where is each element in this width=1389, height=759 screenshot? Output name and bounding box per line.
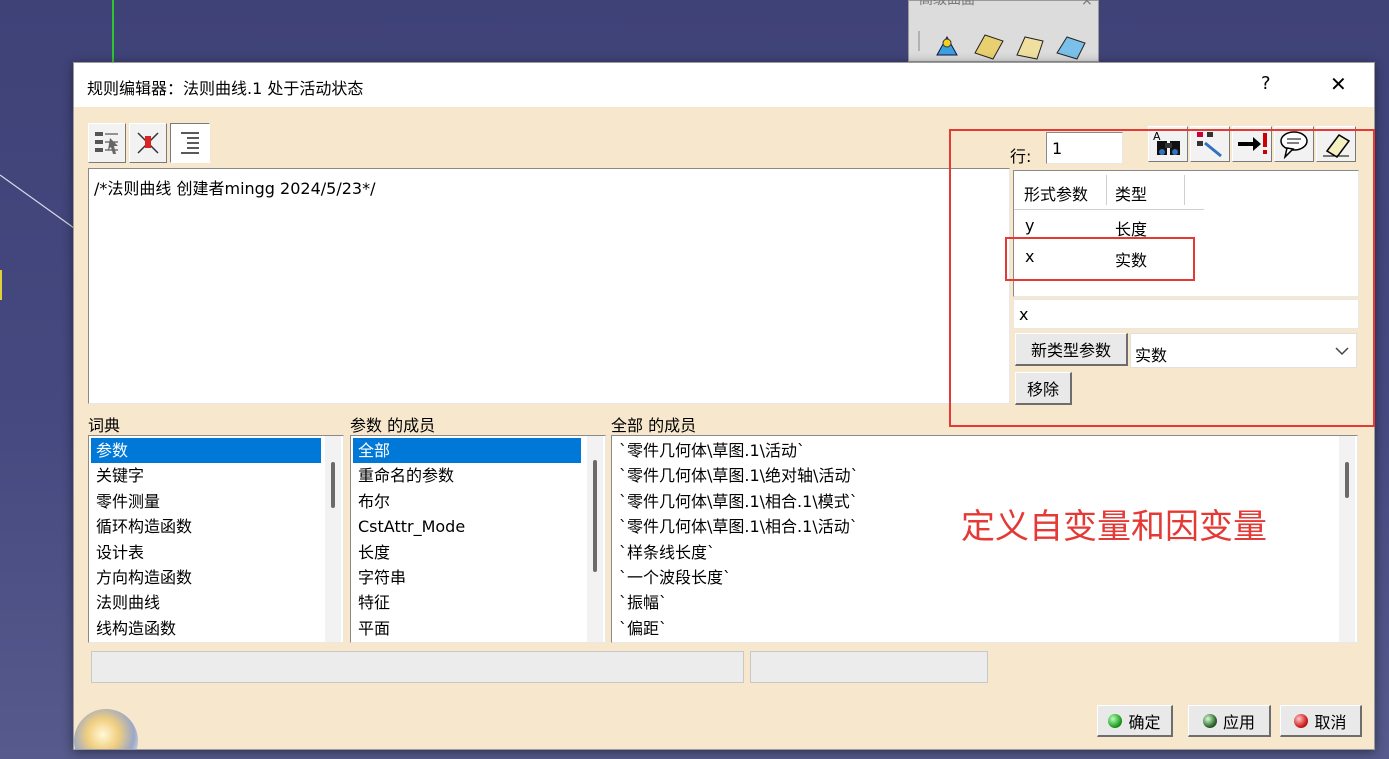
members-scrollbar[interactable] [587, 436, 603, 642]
list-item[interactable]: `一个波段长度` [614, 565, 1314, 590]
list-item[interactable]: CstAttr_Mode [353, 514, 581, 539]
list-item[interactable]: 参数 [91, 438, 321, 464]
window-title: 规则编辑器：法则曲线.1 处于活动状态 [87, 79, 364, 98]
list-item[interactable]: 重命名的参数 [353, 463, 581, 488]
format-text-button[interactable] [170, 123, 210, 163]
all-members-scrollbar[interactable] [1339, 436, 1355, 642]
rule-editor-dialog: 规则编辑器：法则曲线.1 处于活动状态 ? ✕ /*法则曲线 创建者mingg … [73, 62, 1375, 750]
list-item[interactable]: 循环构造函数 [91, 514, 321, 539]
delete-cross-icon [137, 132, 159, 154]
list-item[interactable]: 线构造函数 [91, 616, 321, 641]
title-bar: 规则编辑器：法则曲线.1 处于活动状态 ? ✕ [74, 63, 1374, 107]
background-yellow-mark [0, 270, 12, 300]
background-axis-line [112, 0, 114, 62]
list-item[interactable]: `零件几何体\草图.1\绝对轴\活动` [614, 463, 1314, 488]
list-item[interactable]: 平面 [353, 616, 581, 641]
red-status-icon [1294, 713, 1309, 728]
ok-button[interactable]: 确定 [1097, 705, 1173, 737]
apply-button-label: 应用 [1222, 712, 1255, 732]
list-item[interactable]: 布尔 [353, 489, 581, 514]
list-item[interactable]: 全部 [353, 438, 581, 464]
annotation-text: 定义自变量和因变量 [961, 507, 1267, 547]
indent-lines-icon [181, 132, 199, 154]
members-label: 参数 的成员 [350, 416, 436, 435]
ok-button-label: 确定 [1128, 712, 1161, 732]
green-status-icon [1108, 713, 1123, 728]
cancel-button[interactable]: 取消 [1280, 705, 1362, 737]
editor-content: /*法则曲线 创建者mingg 2024/5/23*/ [94, 179, 376, 198]
cancel-button-label: 取消 [1314, 712, 1347, 732]
close-button[interactable]: ✕ [1330, 72, 1347, 96]
dictionary-scrollbar[interactable] [325, 436, 341, 642]
list-item[interactable]: `零件几何体\草图.1\活动` [614, 438, 1314, 463]
surface-tools-icons[interactable] [917, 29, 1097, 63]
list-item[interactable]: 关键字 [91, 463, 321, 488]
list-item[interactable]: 特征 [353, 590, 581, 615]
status-field-main [91, 651, 744, 683]
apply-button[interactable]: 应用 [1188, 705, 1271, 737]
clear-button[interactable] [129, 123, 167, 163]
dictionary-label: 词典 [88, 416, 121, 435]
background-toolbar-close[interactable]: × [1081, 0, 1093, 9]
background-sketch-line [0, 174, 74, 229]
list-item[interactable]: 零件测量 [91, 489, 321, 514]
list-item[interactable]: `偏距` [614, 616, 1314, 641]
dictionary-list[interactable]: 参数 关键字 零件测量 循环构造函数 设计表 方向构造函数 法则曲线 线构造函数 [88, 435, 344, 643]
green-gray-status-icon [1202, 713, 1217, 728]
app-logo-decoration [74, 703, 144, 749]
annotation-highlight-row [1005, 237, 1195, 281]
background-toolbar-title: 高级曲面 [919, 0, 975, 8]
list-item[interactable]: 字符串 [353, 565, 581, 590]
list-item[interactable]: 法则曲线 [91, 590, 321, 615]
list-item[interactable]: 方向构造函数 [91, 565, 321, 590]
background-toolbar: 高级曲面 × [908, 0, 1099, 62]
list-item[interactable]: `振幅` [614, 590, 1314, 615]
tree-view-button[interactable] [88, 123, 126, 163]
list-item[interactable]: 长度 [353, 540, 581, 565]
status-field-secondary [750, 651, 988, 683]
list-item[interactable]: 设计表 [91, 540, 321, 565]
rule-text-editor[interactable]: /*法则曲线 创建者mingg 2024/5/23*/ [88, 168, 1010, 404]
help-button[interactable]: ? [1261, 73, 1271, 94]
all-members-label: 全部 的成员 [611, 416, 697, 435]
members-list[interactable]: 全部 重命名的参数 布尔 CstAttr_Mode 长度 字符串 特征 平面 [350, 435, 606, 643]
tree-edit-icon [95, 132, 118, 154]
